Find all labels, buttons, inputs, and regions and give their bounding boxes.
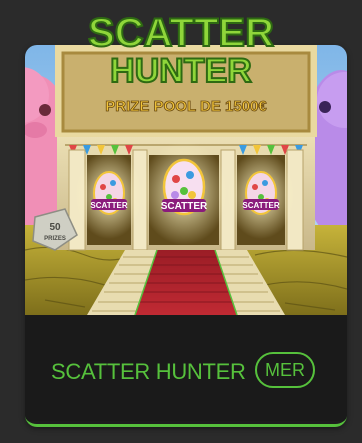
prizes-count: 50 [49,222,61,233]
more-button[interactable]: MER [255,352,315,388]
prizes-label: PRIZES [44,236,66,242]
egg-label-right: SCATTER [242,201,279,210]
egg-label-left: SCATTER [90,201,127,210]
promo-card[interactable]: SCATTER SCATTER SCATTER 50 PRIZES PRIZE … [25,45,347,427]
game-title[interactable]: SCATTER HUNTER [51,359,246,385]
egg-label-center: SCATTER [161,201,208,212]
promo-banner-image[interactable]: SCATTER SCATTER SCATTER 50 PRIZES PRIZE … [25,45,347,315]
prize-pool-text: PRIZE POOL DE 1500€ [105,98,267,115]
